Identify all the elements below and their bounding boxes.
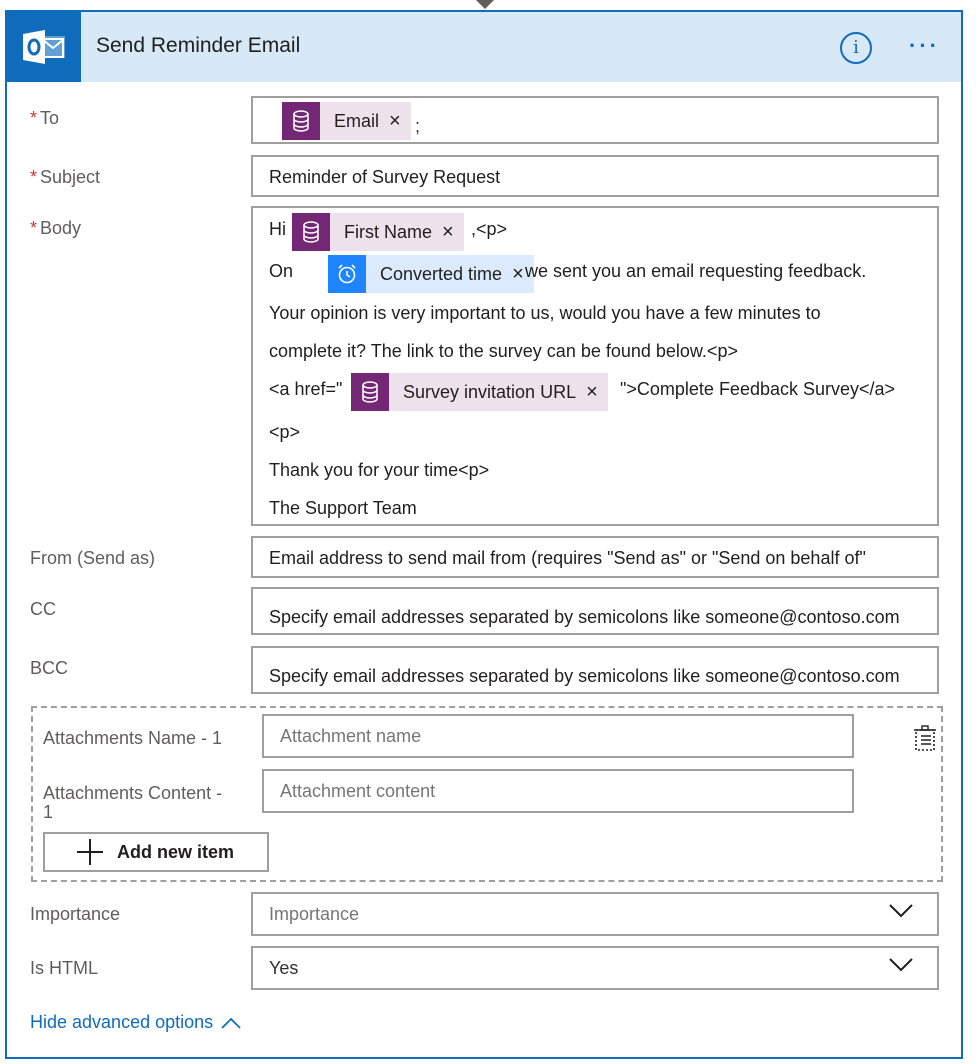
attachment-content-input[interactable]: Attachment content — [262, 769, 854, 813]
from-label: From (Send as) — [30, 548, 156, 568]
body-line-3: Your opinion is very important to us, wo… — [269, 303, 821, 323]
cc-label: CC — [30, 599, 56, 619]
body-line-2-suffix: we sent you an email requesting feedback… — [525, 261, 867, 281]
chevron-up-icon — [221, 1017, 241, 1029]
chevron-down-icon — [889, 958, 913, 972]
first-name-token[interactable]: First Name × — [292, 213, 464, 251]
is-html-select[interactable]: Yes — [251, 946, 939, 990]
attachment-name-label: Attachments Name - 1 — [43, 728, 223, 748]
attachments-group: Attachments Name - 1 Attachment name Att… — [31, 706, 943, 882]
subject-value: Reminder of Survey Request — [269, 167, 501, 187]
is-html-label: Is HTML — [30, 958, 99, 978]
more-options-icon[interactable]: ··· — [909, 34, 945, 58]
subject-label: * Subject — [30, 167, 101, 187]
from-placeholder: Email address to send mail from (require… — [269, 548, 866, 568]
database-icon — [282, 102, 320, 140]
importance-select[interactable]: Importance — [251, 892, 939, 936]
add-new-item-button[interactable]: Add new item — [43, 832, 269, 872]
body-line-2-prefix: On — [269, 261, 294, 281]
remove-token-icon[interactable]: × — [385, 110, 411, 133]
to-field[interactable]: Email × ; — [251, 96, 939, 144]
remove-token-icon[interactable]: × — [582, 381, 608, 404]
alarm-clock-icon — [328, 255, 366, 293]
body-line-5-suffix: ">Complete Feedback Survey</a> — [620, 379, 896, 399]
importance-value: Importance — [269, 904, 360, 924]
body-line-1-prefix: Hi — [269, 219, 286, 239]
outlook-icon — [23, 30, 65, 64]
body-field[interactable]: Hi First Name × ,<p> On Converted time ×… — [251, 206, 939, 526]
importance-label: Importance — [30, 904, 121, 924]
email-token[interactable]: Email × — [282, 102, 411, 140]
is-html-value: Yes — [269, 958, 299, 978]
hide-advanced-options-link[interactable]: Hide advanced options — [30, 1012, 241, 1033]
attachment-name-input[interactable]: Attachment name — [262, 714, 854, 758]
to-label: * To — [30, 108, 60, 128]
action-title: Send Reminder Email — [96, 34, 301, 57]
cc-field[interactable]: Specify email addresses separated by sem… — [251, 587, 939, 635]
body-line-6: <p> — [269, 422, 301, 442]
cc-placeholder: Specify email addresses separated by sem… — [269, 607, 900, 627]
chevron-down-icon — [889, 904, 913, 918]
body-line-8: The Support Team — [269, 498, 417, 518]
bcc-label: BCC — [30, 658, 69, 678]
dropdown-toggle[interactable] — [869, 894, 937, 934]
database-icon — [292, 213, 330, 251]
bcc-field[interactable]: Specify email addresses separated by sem… — [251, 646, 939, 694]
send-email-action-card: Send Reminder Email i ··· * To Email × ; … — [5, 10, 963, 1059]
card-header[interactable]: Send Reminder Email i ··· — [7, 12, 961, 82]
body-line-4: complete it? The link to the survey can … — [269, 341, 738, 361]
attachment-content-label: Attachments Content - 1 — [43, 783, 223, 822]
converted-time-token[interactable]: Converted time × — [328, 255, 534, 293]
to-separator: ; — [415, 116, 421, 136]
survey-url-token[interactable]: Survey invitation URL × — [351, 373, 608, 411]
dropdown-toggle[interactable] — [869, 948, 937, 988]
from-field[interactable]: Email address to send mail from (require… — [251, 536, 939, 578]
plus-icon — [75, 837, 105, 867]
body-line-7: Thank you for your time<p> — [269, 460, 490, 480]
connector-arrow — [476, 0, 494, 9]
remove-token-icon[interactable]: × — [438, 221, 464, 244]
database-icon — [351, 373, 389, 411]
outlook-logo-box — [7, 12, 81, 82]
body-label: * Body — [30, 218, 82, 238]
bcc-placeholder: Specify email addresses separated by sem… — [269, 666, 900, 686]
delete-item-icon[interactable] — [912, 724, 938, 752]
info-icon[interactable]: i — [840, 32, 872, 64]
body-line-5-prefix: <a href=" — [269, 379, 343, 399]
body-line-1-suffix: ,<p> — [471, 219, 508, 239]
subject-field[interactable]: Reminder of Survey Request — [251, 155, 939, 197]
